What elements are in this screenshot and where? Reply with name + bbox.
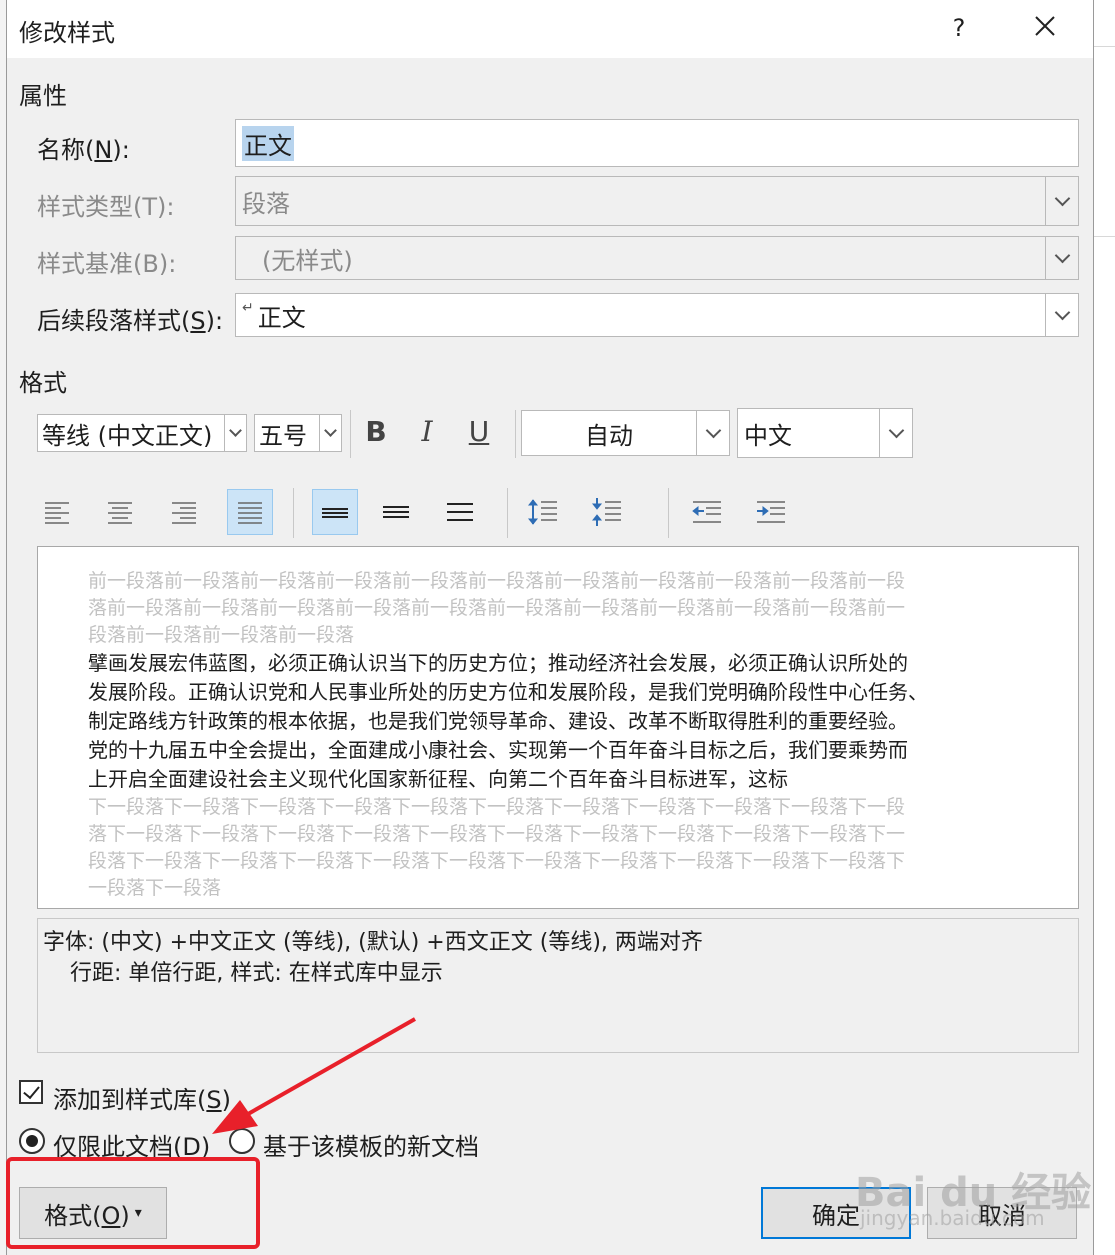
annotation-arrow-icon	[212, 1017, 416, 1134]
watermark-url: jingyan.baidu.com	[860, 1206, 1045, 1230]
annotation-highlight-box	[6, 1157, 260, 1249]
